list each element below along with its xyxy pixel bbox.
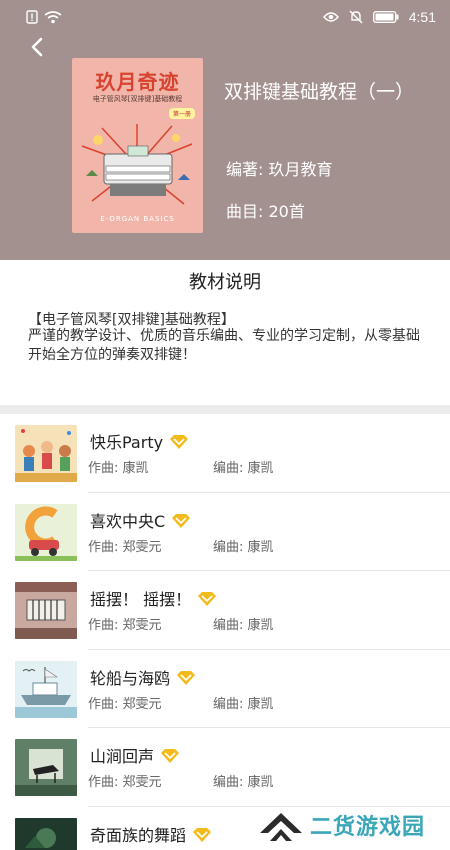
description-heading: 教材说明 bbox=[189, 272, 261, 293]
description-body: 严谨的教学设计、优质的音乐编曲、专业的学习定制，从零基础开始全方位的弹奏双排键！ bbox=[28, 328, 420, 363]
song-arranger: 编曲: 康凯 bbox=[213, 461, 274, 476]
song-title: 山涧回声 bbox=[90, 747, 155, 766]
cover-title: 玖月奇迹 bbox=[95, 70, 180, 94]
song-title: 摇摆！ 摇摆！ bbox=[90, 590, 192, 609]
watermark-logo-icon bbox=[260, 813, 302, 841]
song-thumbnail bbox=[15, 817, 77, 850]
status-time: 4:51 bbox=[408, 9, 436, 25]
book-track-count: 曲目: 20首 bbox=[226, 202, 305, 221]
vip-diamond-icon bbox=[161, 749, 180, 763]
song-title: 喜欢中央C bbox=[90, 511, 166, 531]
section-divider bbox=[0, 405, 450, 414]
back-button[interactable] bbox=[22, 32, 52, 62]
song-composer: 作曲: 郑雯元 bbox=[88, 696, 162, 712]
watermark-text: 二货游戏园 bbox=[310, 815, 426, 840]
cover-bottom-text: E-ORGAN BASICS bbox=[100, 215, 175, 223]
song-thumbnail bbox=[15, 582, 77, 639]
song-item[interactable]: 快乐Party 作曲: 康凯 编曲: 康凯 bbox=[0, 414, 450, 493]
eye-icon bbox=[322, 12, 339, 22]
book-header: 4:51 玖月奇迹 电子管风琴[双排键]基础教程 第一册 E-ORGAN BAS… bbox=[0, 0, 450, 260]
song-item[interactable]: 喜欢中央C 作曲: 郑雯元 编曲: 康凯 bbox=[0, 493, 450, 571]
vip-diamond-icon bbox=[172, 513, 191, 528]
song-title: 奇面族的舞蹈 bbox=[90, 825, 187, 845]
song-composer: 作曲: 郑雯元 bbox=[88, 618, 162, 633]
vip-diamond-icon bbox=[193, 827, 212, 842]
song-arranger: 编曲: 康凯 bbox=[213, 539, 274, 555]
song-thumbnail bbox=[15, 739, 77, 796]
wifi-icon bbox=[44, 11, 62, 24]
description-title-line: 【电子管风琴[双排键]基础教程】 bbox=[28, 312, 235, 328]
mute-bell-icon bbox=[349, 10, 363, 24]
book-author: 编著: 玖月教育 bbox=[226, 160, 333, 179]
song-list: 快乐Party 作曲: 康凯 编曲: 康凯 喜欢中央C 作曲: 郑雯元 编曲: … bbox=[0, 414, 450, 850]
song-arranger: 编曲: 康凯 bbox=[213, 618, 274, 633]
vip-diamond-icon bbox=[177, 670, 196, 685]
song-arranger: 编曲: 康凯 bbox=[213, 775, 274, 790]
organ-illustration bbox=[81, 124, 193, 205]
chevron-left-icon bbox=[31, 37, 43, 57]
watermark: 二货游戏园 bbox=[258, 800, 450, 850]
song-composer: 作曲: 郑雯元 bbox=[88, 775, 162, 790]
cover-subtitle: 电子管风琴[双排键]基础教程 bbox=[92, 95, 183, 103]
song-title: 轮船与海鸥 bbox=[90, 668, 171, 688]
song-thumbnail bbox=[15, 503, 77, 561]
song-composer: 作曲: 康凯 bbox=[88, 461, 149, 476]
status-bar: 4:51 bbox=[0, 0, 450, 34]
song-thumbnail bbox=[15, 425, 77, 482]
song-item[interactable]: 轮船与海鸥 作曲: 郑雯元 编曲: 康凯 bbox=[0, 650, 450, 728]
book-title: 双排键基础教程（一） bbox=[224, 81, 415, 103]
battery-icon bbox=[372, 11, 399, 23]
song-composer: 作曲: 郑雯元 bbox=[88, 539, 162, 555]
song-title: 快乐Party bbox=[90, 433, 164, 452]
sim-alert-icon bbox=[26, 10, 38, 24]
song-arranger: 编曲: 康凯 bbox=[213, 696, 274, 712]
vip-diamond-icon bbox=[198, 592, 217, 606]
song-item[interactable]: 摇摆！ 摇摆！ 作曲: 郑雯元 编曲: 康凯 bbox=[0, 571, 450, 650]
book-cover: 玖月奇迹 电子管风琴[双排键]基础教程 第一册 E-ORGAN BASICS bbox=[72, 58, 203, 233]
vip-diamond-icon bbox=[170, 435, 189, 449]
song-item[interactable]: 山涧回声 作曲: 郑雯元 编曲: 康凯 bbox=[0, 728, 450, 807]
song-thumbnail bbox=[15, 660, 77, 718]
